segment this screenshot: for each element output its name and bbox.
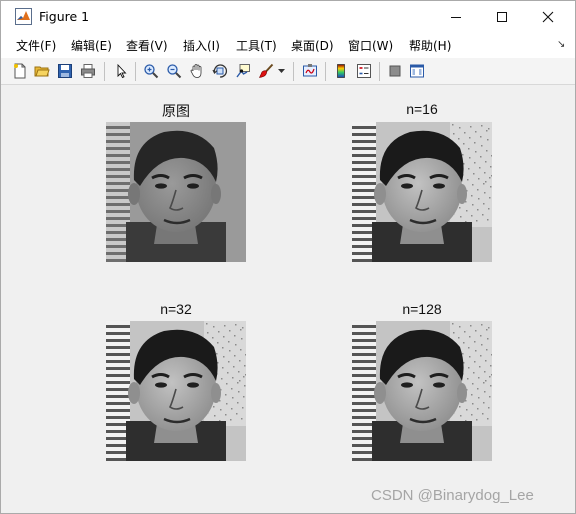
print-icon[interactable] — [79, 62, 97, 80]
toolbar-separator — [379, 62, 380, 81]
colorbar-icon[interactable] — [332, 62, 350, 80]
open-file-icon[interactable] — [33, 62, 51, 80]
save-icon[interactable] — [56, 62, 74, 80]
window-title: Figure 1 — [39, 9, 90, 24]
figure-window: Figure 1 文件(F) 编辑(E) 查看(V) 插入(I) 工具(T) 桌… — [0, 0, 576, 514]
maximize-icon — [497, 11, 507, 22]
brush-dropdown-icon[interactable] — [276, 62, 286, 80]
close-icon — [542, 11, 554, 22]
subplot-image-n16[interactable] — [352, 122, 492, 262]
subplot-title-n128: n=128 — [402, 301, 442, 317]
toolbar-separator — [293, 62, 294, 81]
subplot-title-original: 原图 — [162, 103, 190, 119]
subplot-image-n128[interactable] — [352, 321, 492, 461]
link-plot-icon[interactable] — [301, 62, 319, 80]
new-figure-icon[interactable] — [11, 62, 29, 80]
menu-tools[interactable]: 工具(T) — [236, 37, 277, 54]
menu-help[interactable]: 帮助(H) — [409, 37, 451, 54]
legend-icon[interactable] — [355, 62, 373, 80]
toolbar-separator — [325, 62, 326, 81]
menu-insert[interactable]: 插入(I) — [183, 37, 220, 54]
hide-plot-tools-icon[interactable] — [386, 62, 404, 80]
minimize-icon — [451, 16, 461, 18]
dock-arrow-icon[interactable]: ↘ — [557, 39, 565, 50]
show-plot-tools-icon[interactable] — [408, 62, 426, 80]
menu-edit[interactable]: 编辑(E) — [71, 37, 112, 54]
subplot-title-n16: n=16 — [406, 101, 438, 117]
minimize-button[interactable] — [433, 1, 479, 32]
maximize-button[interactable] — [479, 1, 525, 32]
zoom-in-icon[interactable] — [142, 62, 160, 80]
brush-icon[interactable] — [257, 62, 275, 80]
figure-toolbar — [1, 58, 575, 85]
menu-desktop[interactable]: 桌面(D) — [291, 37, 334, 54]
menu-view[interactable]: 查看(V) — [126, 37, 168, 54]
menu-file[interactable]: 文件(F) — [16, 37, 56, 54]
matlab-logo-icon — [15, 8, 32, 25]
pan-hand-icon[interactable] — [188, 62, 206, 80]
menu-window[interactable]: 窗口(W) — [348, 37, 393, 54]
toolbar-separator — [135, 62, 136, 81]
title-bar: Figure 1 — [1, 1, 575, 32]
watermark-text: CSDN @Binarydog_Lee — [371, 487, 534, 504]
data-cursor-icon[interactable] — [234, 62, 252, 80]
rotate-3d-icon[interactable] — [211, 62, 229, 80]
subplot-image-original[interactable] — [106, 122, 246, 262]
subplot-image-n32[interactable] — [106, 321, 246, 461]
close-button[interactable] — [525, 1, 571, 32]
edit-plot-arrow-icon[interactable] — [112, 62, 130, 80]
menu-bar: 文件(F) 编辑(E) 查看(V) 插入(I) 工具(T) 桌面(D) 窗口(W… — [1, 32, 575, 58]
zoom-out-icon[interactable] — [165, 62, 183, 80]
subplot-title-n32: n=32 — [160, 301, 192, 317]
toolbar-separator — [104, 62, 105, 81]
